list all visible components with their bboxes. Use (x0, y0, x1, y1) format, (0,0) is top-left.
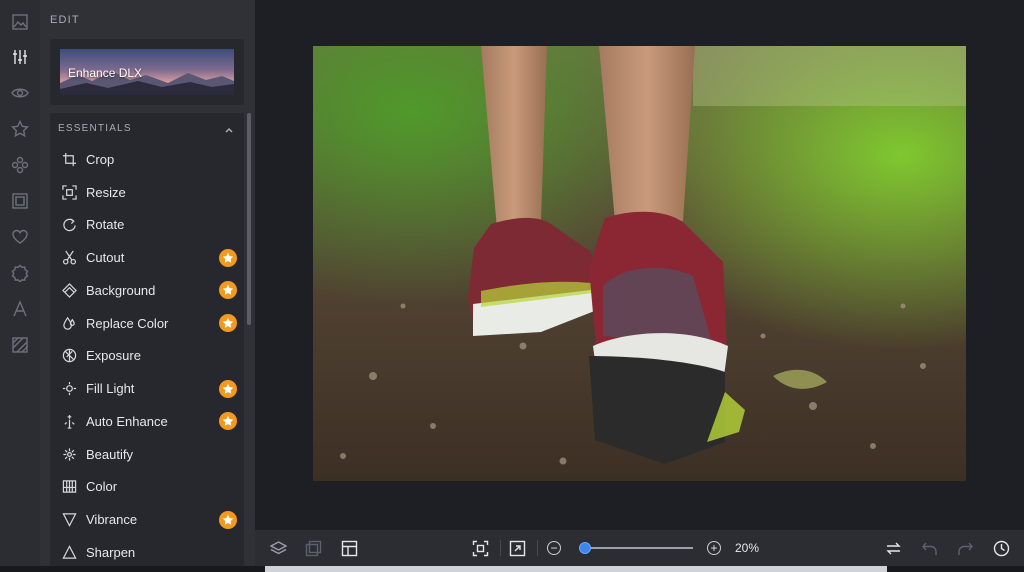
effects-icon[interactable] (6, 151, 34, 179)
wand-icon (61, 413, 77, 429)
crop-icon (61, 151, 77, 167)
tool-list: Crop Resize Rotate Cutout Background Rep… (50, 143, 244, 569)
enhance-thumbnail: Enhance DLX (60, 49, 234, 95)
tool-label: Auto Enhance (86, 413, 168, 429)
tool-auto-enhance[interactable]: Auto Enhance (50, 405, 244, 438)
compare-icon[interactable] (303, 538, 323, 558)
tool-beautify[interactable]: Beautify (50, 438, 244, 471)
zoom-slider[interactable] (583, 547, 693, 549)
sliders-icon[interactable] (6, 43, 34, 71)
bottom-strip (0, 566, 1024, 572)
enhance-dlx-card[interactable]: Enhance DLX (50, 39, 244, 105)
beautify-icon (61, 446, 77, 462)
zoom-level: 20% (735, 541, 760, 555)
premium-star-icon (219, 281, 237, 300)
heart-icon[interactable] (6, 223, 34, 251)
undo-icon[interactable] (919, 538, 939, 558)
resize-icon (61, 184, 77, 200)
sharpen-icon (61, 544, 77, 560)
tool-fill-light[interactable]: Fill Light (50, 372, 244, 405)
tool-label: Crop (86, 151, 115, 167)
tool-label: Replace Color (86, 315, 169, 331)
tool-label: Exposure (86, 348, 141, 364)
scissors-icon (61, 250, 77, 266)
premium-star-icon (219, 412, 237, 431)
tool-label: Background (86, 282, 156, 298)
edited-photo[interactable] (313, 46, 966, 481)
image-icon[interactable] (6, 8, 34, 36)
tool-replace-color[interactable]: Replace Color (50, 307, 244, 340)
tool-crop[interactable]: Crop (50, 143, 244, 176)
redo-icon[interactable] (955, 538, 975, 558)
background-icon (61, 282, 77, 298)
color-icon (61, 479, 77, 495)
fit-screen-icon[interactable] (470, 538, 490, 558)
bottom-toolbar: − + 20% (255, 530, 1024, 566)
tool-background[interactable]: Background (50, 274, 244, 307)
tool-rail (0, 0, 40, 572)
premium-star-icon (219, 510, 237, 529)
tool-label: Sharpen (86, 544, 136, 560)
frame-icon[interactable] (6, 187, 34, 215)
text-icon[interactable] (6, 295, 34, 323)
eye-icon[interactable] (6, 79, 34, 107)
horizontal-scrollbar[interactable] (265, 566, 887, 572)
tool-color[interactable]: Color (50, 471, 244, 504)
drop-icon (61, 315, 77, 331)
divider (537, 540, 538, 556)
tool-cutout[interactable]: Cutout (50, 241, 244, 274)
layout-icon[interactable] (339, 538, 359, 558)
actual-size-icon[interactable] (507, 538, 527, 558)
exposure-icon (61, 348, 77, 364)
history-icon[interactable] (991, 538, 1011, 558)
swap-icon[interactable] (883, 538, 903, 558)
section-title: ESSENTIALS (58, 123, 132, 134)
tool-label: Vibrance (86, 512, 138, 528)
canvas-area (255, 0, 1024, 530)
texture-icon[interactable] (6, 331, 34, 359)
layers-icon[interactable] (268, 538, 288, 558)
essentials-section: ESSENTIALS Crop Resize Rotate Cutout Bac… (50, 113, 244, 572)
chevron-up-icon[interactable] (224, 122, 234, 133)
edit-panel: EDIT Enhance DLX ESSENTIALS Crop Resize (40, 0, 255, 572)
enhance-label: Enhance DLX (68, 66, 143, 80)
premium-star-icon (219, 379, 237, 398)
tool-label: Resize (86, 184, 126, 200)
zoom-slider-handle[interactable] (579, 542, 592, 554)
zoom-in-button[interactable]: + (707, 541, 721, 555)
tool-label: Rotate (86, 217, 125, 233)
tool-label: Cutout (86, 250, 125, 266)
panel-title: EDIT (50, 14, 80, 26)
tool-label: Fill Light (86, 381, 135, 397)
tool-resize[interactable]: Resize (50, 176, 244, 209)
vibrance-icon (61, 512, 77, 528)
premium-star-icon (219, 248, 237, 267)
panel-scrollbar[interactable] (247, 113, 251, 325)
tool-label: Beautify (86, 446, 133, 462)
zoom-out-button[interactable]: − (547, 541, 561, 555)
tool-sharpen[interactable]: Sharpen (50, 536, 244, 569)
divider (500, 540, 501, 556)
badge-icon[interactable] (6, 259, 34, 287)
premium-star-icon (219, 314, 237, 333)
sun-icon (61, 381, 77, 397)
tool-vibrance[interactable]: Vibrance (50, 503, 244, 536)
tool-rotate[interactable]: Rotate (50, 209, 244, 242)
rotate-icon (61, 217, 77, 233)
tool-label: Color (86, 479, 118, 495)
star-icon[interactable] (6, 115, 34, 143)
tool-exposure[interactable]: Exposure (50, 340, 244, 373)
